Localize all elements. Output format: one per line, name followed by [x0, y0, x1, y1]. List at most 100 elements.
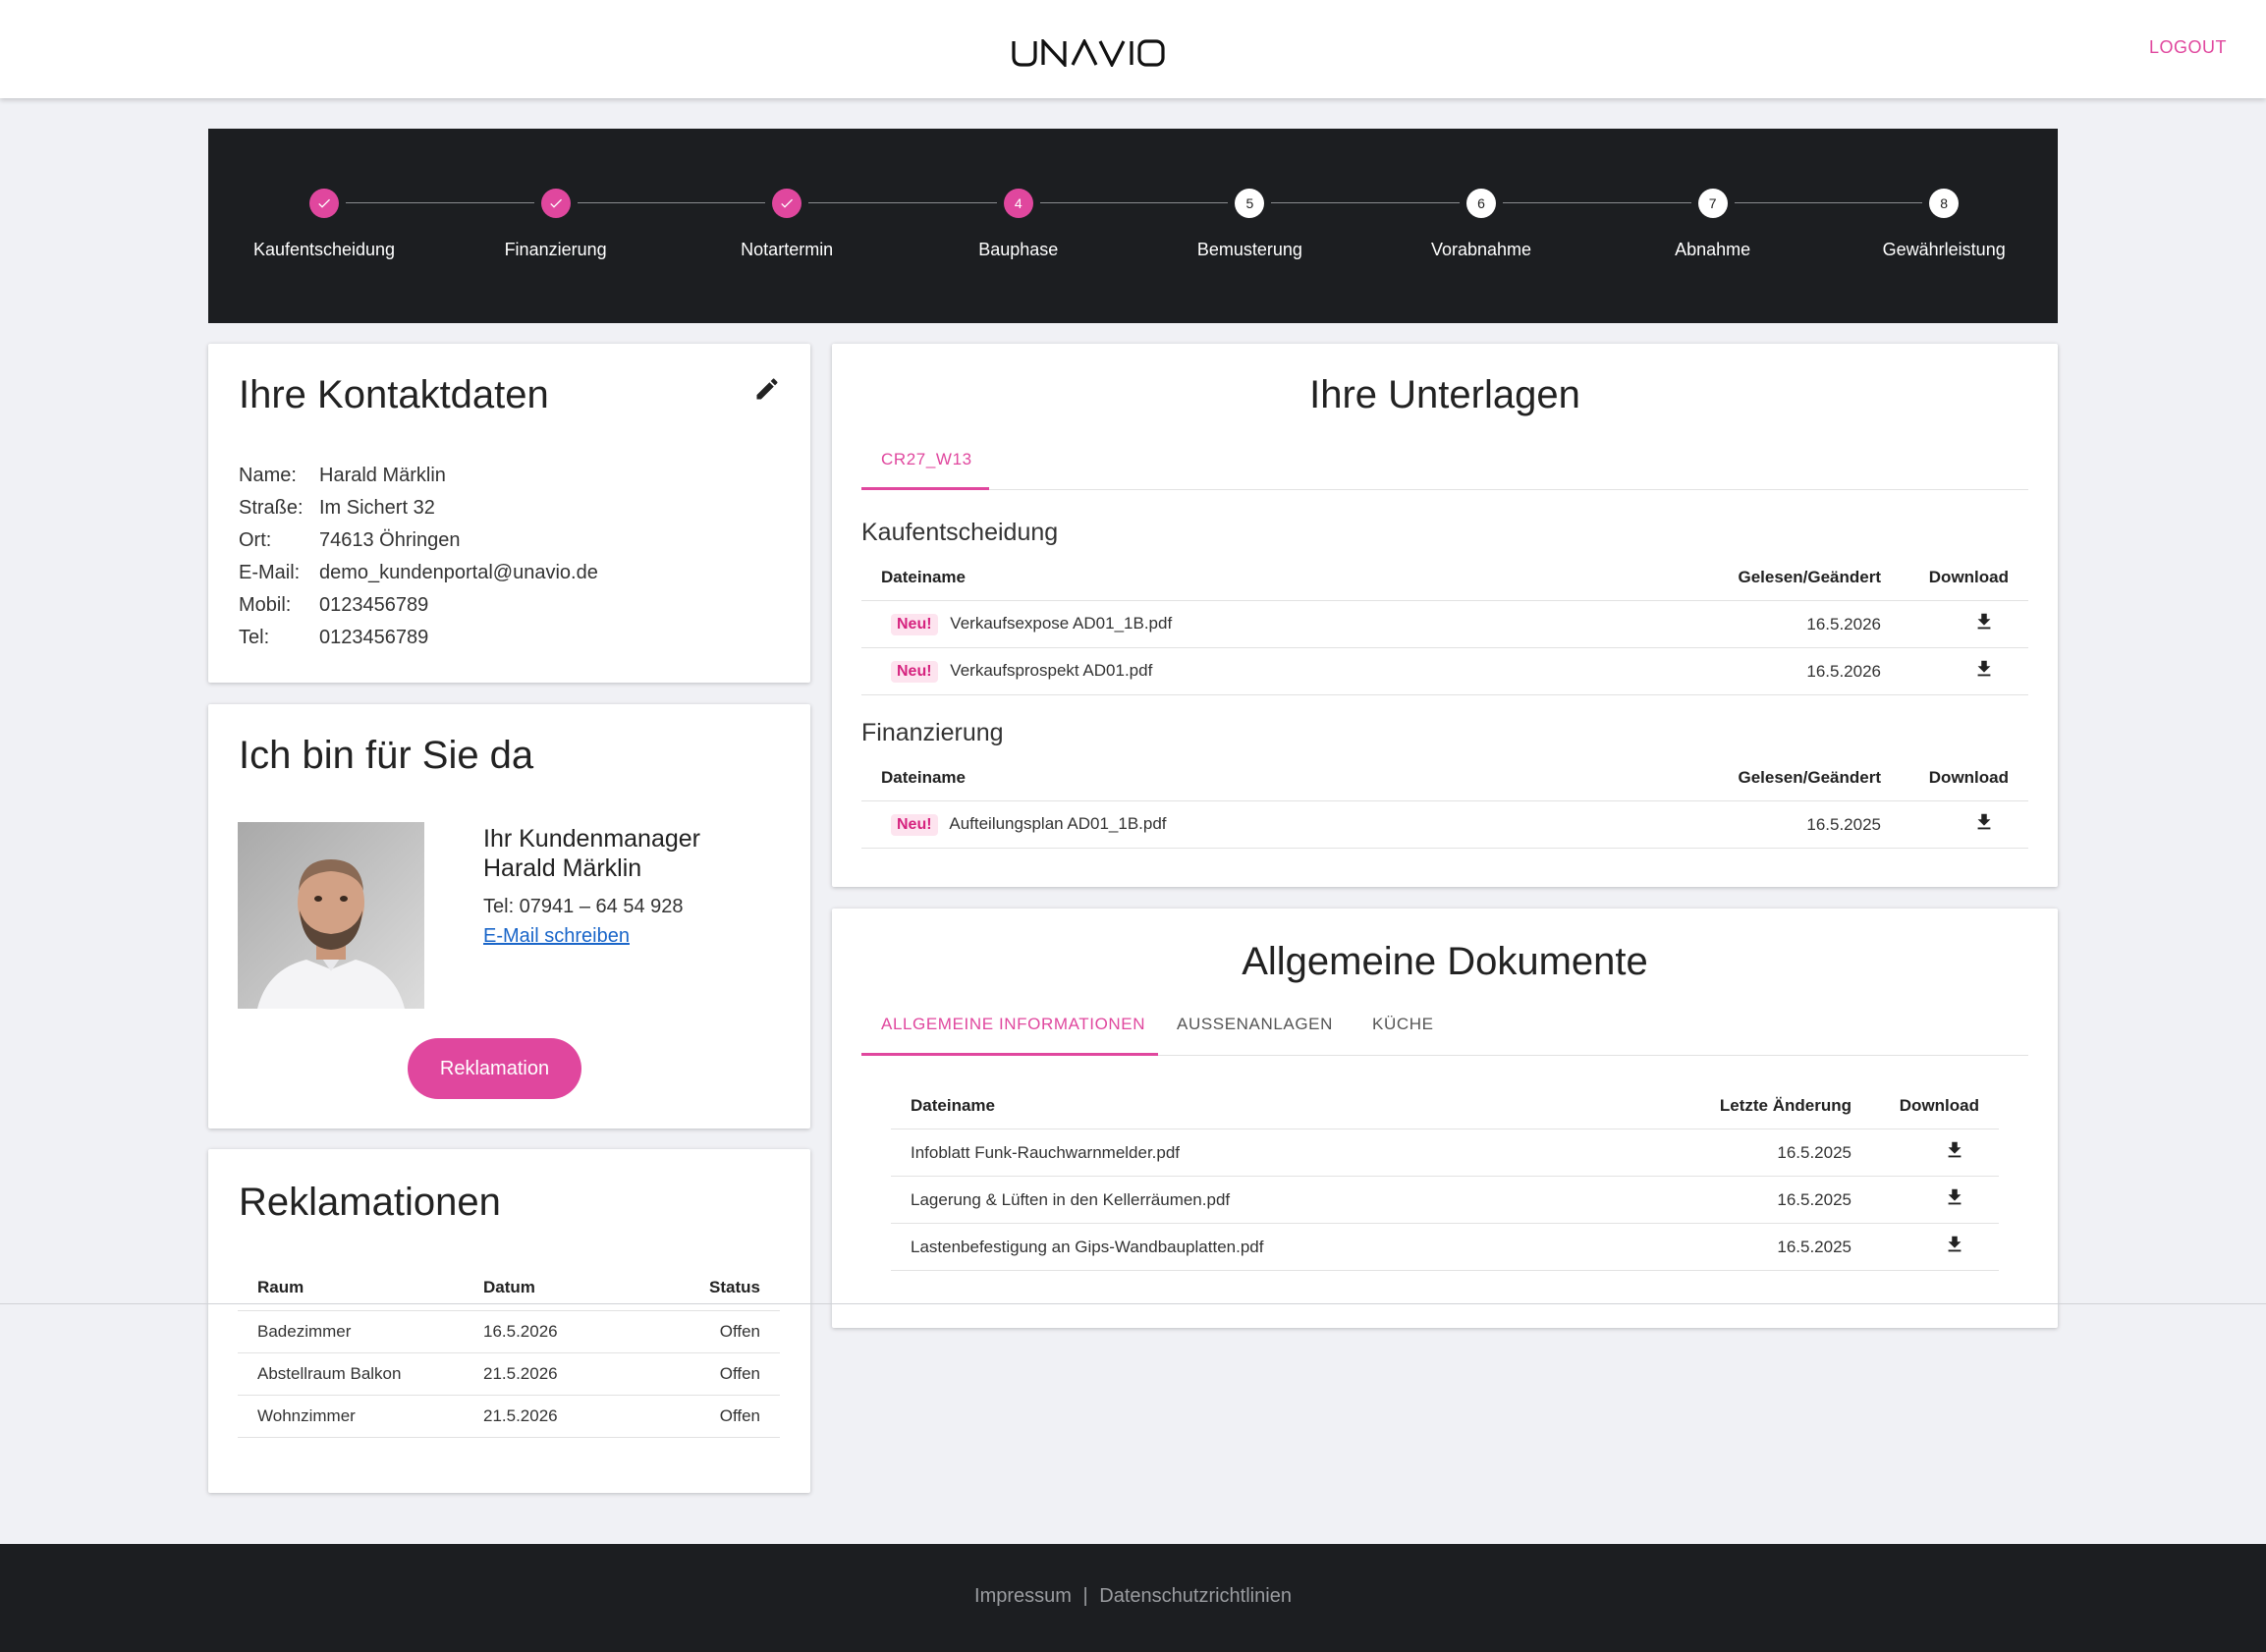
- document-table: Dateiname Gelesen/Geändert Download Neu!…: [861, 555, 2028, 695]
- table-row[interactable]: Lagerung & Lüften in den Kellerräumen.pd…: [891, 1176, 1999, 1224]
- table-row[interactable]: Neu! Verkaufsprospekt AD01.pdf 16.5.2026: [861, 647, 2028, 695]
- table-row[interactable]: Badezimmer 16.5.2026 Offen: [238, 1310, 780, 1353]
- download-icon[interactable]: [1944, 1186, 1965, 1208]
- manager-photo: [238, 822, 424, 1009]
- table-row[interactable]: Abstellraum Balkon 21.5.2026 Offen: [238, 1352, 780, 1396]
- col-dateiname: Dateiname: [861, 555, 1664, 601]
- download-cell: [1852, 1129, 1999, 1177]
- cell-raum: Abstellraum Balkon: [238, 1352, 482, 1396]
- reklamation-button[interactable]: Reklamation: [408, 1038, 581, 1099]
- cell-status: Offen: [651, 1352, 780, 1396]
- privacy-link[interactable]: Datenschutzrichtlinien: [1099, 1585, 1292, 1607]
- file-name[interactable]: Aufteilungsplan AD01_1B.pdf: [949, 814, 1166, 833]
- contact-value: 74613 Öhringen: [319, 529, 461, 551]
- cell-datum: 21.5.2026: [482, 1352, 651, 1396]
- general-tab-2[interactable]: KÜCHE: [1372, 1015, 1434, 1034]
- contact-row: Name: Harald Märklin: [239, 460, 598, 492]
- download-cell: [1852, 1223, 1999, 1271]
- new-badge: Neu!: [891, 813, 938, 836]
- footer-separator: |: [1082, 1585, 1088, 1607]
- page-divider: [0, 1303, 2266, 1304]
- contact-key: Ort:: [239, 529, 272, 551]
- unavio-logo[interactable]: [1012, 39, 1165, 67]
- step-label: Bemusterung: [1196, 240, 1302, 259]
- contact-title: Ihre Kontaktdaten: [239, 373, 549, 416]
- contact-key: Straße:: [239, 497, 304, 519]
- cell-raum: Wohnzimmer: [238, 1395, 482, 1438]
- documents-title: Ihre Unterlagen: [1309, 373, 1580, 416]
- table-header-row: Dateiname Letzte Änderung Download: [891, 1083, 1999, 1129]
- file-name-cell: Neu! Verkaufsexpose AD01_1B.pdf: [861, 600, 1664, 648]
- download-icon[interactable]: [1973, 658, 1995, 680]
- step-1[interactable]: Kaufentscheidung: [208, 129, 440, 323]
- new-badge: Neu!: [891, 613, 938, 635]
- contact-card: Ihre Kontaktdaten Name: Harald Märklin S…: [208, 344, 810, 683]
- check-icon: [781, 198, 794, 208]
- file-name[interactable]: Lastenbefestigung an Gips-Wandbauplatten…: [891, 1223, 1634, 1271]
- table-row[interactable]: Neu! Aufteilungsplan AD01_1B.pdf 16.5.20…: [861, 800, 2028, 849]
- complaints-title: Reklamationen: [239, 1181, 501, 1224]
- col-gelesen: Gelesen/Geändert: [1664, 555, 1882, 601]
- table-row[interactable]: Wohnzimmer 21.5.2026 Offen: [238, 1395, 780, 1438]
- tab-cr27-w13[interactable]: CR27_W13: [881, 450, 972, 469]
- step-circle: 6: [1466, 189, 1496, 218]
- footer-links: Impressum | Datenschutzrichtlinien: [0, 1585, 2266, 1608]
- manager-portrait-image: [238, 822, 424, 1009]
- download-icon[interactable]: [1973, 611, 1995, 633]
- file-name[interactable]: Infoblatt Funk-Rauchwarnmelder.pdf: [891, 1129, 1634, 1177]
- step-label: Notartermin: [741, 240, 834, 259]
- col-letzte-aenderung: Letzte Änderung: [1634, 1083, 1852, 1129]
- document-section-title: Kaufentscheidung: [861, 519, 1059, 546]
- step-3[interactable]: Notartermin: [671, 129, 903, 323]
- step-7[interactable]: 7 Abnahme: [1597, 129, 1829, 323]
- contact-value: Im Sichert 32: [319, 497, 435, 519]
- email-link[interactable]: E-Mail schreiben: [483, 925, 630, 948]
- file-name[interactable]: Verkaufsexpose AD01_1B.pdf: [950, 614, 1172, 633]
- step-circle: 8: [1929, 189, 1960, 218]
- cell-status: Offen: [651, 1310, 780, 1353]
- step-6[interactable]: 6 Vorabnahme: [1365, 129, 1597, 323]
- table-header-row: Dateiname Gelesen/Geändert Download: [861, 555, 2028, 601]
- file-date: 16.5.2026: [1664, 647, 1882, 695]
- table-row[interactable]: Neu! Verkaufsexpose AD01_1B.pdf 16.5.202…: [861, 600, 2028, 648]
- manager-card: Ich bin für Sie da Ihr Kundenmanager Har…: [208, 704, 810, 1129]
- download-icon[interactable]: [1973, 811, 1995, 833]
- contact-key: Tel:: [239, 627, 270, 648]
- contact-key: Mobil:: [239, 594, 292, 616]
- step-2[interactable]: Finanzierung: [440, 129, 672, 323]
- contact-value: Harald Märklin: [319, 465, 446, 486]
- general-tab-underline: [861, 1053, 1158, 1056]
- step-4[interactable]: 4 Bauphase: [903, 129, 1134, 323]
- table-row[interactable]: Lastenbefestigung an Gips-Wandbauplatten…: [891, 1223, 1999, 1271]
- file-name[interactable]: Verkaufsprospekt AD01.pdf: [950, 661, 1152, 680]
- step-5[interactable]: 5 Bemusterung: [1133, 129, 1365, 323]
- step-circle: 7: [1697, 189, 1728, 218]
- step-8[interactable]: 8 Gewährleistung: [1828, 129, 2060, 323]
- col-download: Download: [1852, 1083, 1999, 1129]
- general-tab-0[interactable]: ALLGEMEINE INFORMATIONEN: [881, 1015, 1145, 1034]
- general-tab-1[interactable]: AUSSENANLAGEN: [1177, 1015, 1333, 1034]
- contact-value: 0123456789: [319, 627, 429, 648]
- general-documents-table: Dateiname Letzte Änderung Download Infob…: [891, 1083, 1999, 1271]
- step-label: Abnahme: [1675, 240, 1751, 259]
- step-circle: [309, 189, 339, 218]
- documents-card: Ihre Unterlagen CR27_W13 Kaufentscheidun…: [832, 344, 2058, 887]
- impressum-link[interactable]: Impressum: [974, 1585, 1072, 1607]
- table-row[interactable]: Infoblatt Funk-Rauchwarnmelder.pdf 16.5.…: [891, 1129, 1999, 1177]
- edit-pencil-icon[interactable]: [753, 375, 781, 403]
- document-section-title: Finanzierung: [861, 719, 1004, 746]
- download-cell: [1882, 600, 2028, 648]
- tab-active-underline: [861, 487, 989, 490]
- cell-datum: 16.5.2026: [482, 1310, 651, 1353]
- manager-name: Harald Märklin: [483, 854, 642, 882]
- footer: Impressum | Datenschutzrichtlinien: [0, 1544, 2266, 1652]
- logout-link[interactable]: LOGOUT: [2149, 37, 2227, 58]
- download-icon[interactable]: [1944, 1234, 1965, 1255]
- complaints-card: Reklamationen Raum Datum Status Badezimm…: [208, 1149, 810, 1493]
- file-name[interactable]: Lagerung & Lüften in den Kellerräumen.pd…: [891, 1176, 1634, 1224]
- check-icon: [549, 198, 562, 208]
- complaints-table: Raum Datum Status Badezimmer 16.5.2026 O…: [238, 1265, 780, 1438]
- cell-raum: Badezimmer: [238, 1310, 482, 1353]
- download-icon[interactable]: [1944, 1139, 1965, 1161]
- step-label: Vorabnahme: [1430, 240, 1532, 259]
